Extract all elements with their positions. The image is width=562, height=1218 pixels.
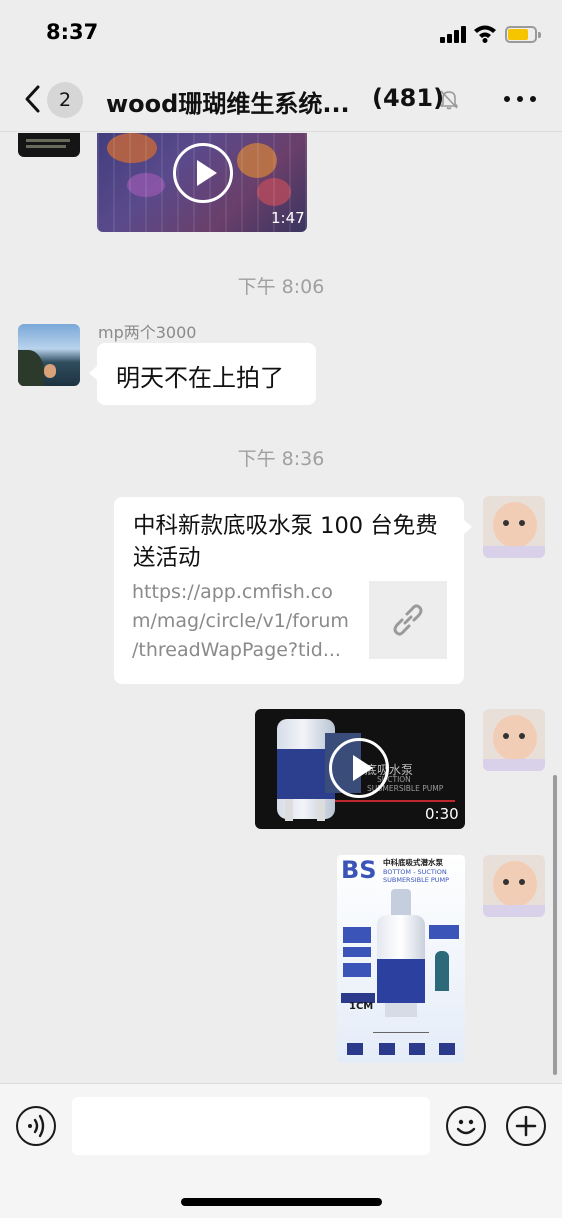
message-text-input[interactable] — [72, 1097, 430, 1155]
link-card-message[interactable]: 中科新款底吸水泵 100 台免费送活动 https://app.cmfish.c… — [114, 497, 472, 684]
image-brand-label: BS — [341, 856, 377, 884]
video-duration: 0:30 — [425, 805, 459, 823]
plus-icon — [515, 1115, 536, 1136]
my-avatar[interactable] — [483, 855, 545, 917]
link-card-title: 中科新款底吸水泵 100 台免费送活动 — [133, 513, 438, 571]
my-avatar[interactable] — [483, 496, 545, 558]
message-text: 明天不在上拍了 — [116, 364, 284, 392]
member-avatar[interactable] — [18, 133, 80, 157]
link-thumbnail — [369, 581, 447, 659]
image-depth-label: 1CM — [349, 1001, 374, 1012]
message-input-bar — [0, 1083, 562, 1218]
video-message-thumbnail[interactable]: 底吸水泵 SUCTION SUBMERSIBLE PUMP 0:30 — [255, 709, 465, 829]
more-actions-button[interactable] — [506, 1106, 546, 1146]
voice-icon — [27, 1114, 44, 1137]
video-duration: 1:47 — [271, 209, 305, 227]
play-icon[interactable] — [329, 738, 389, 798]
more-options-icon[interactable] — [504, 96, 536, 102]
back-arrow-icon[interactable] — [22, 84, 42, 114]
message-timestamp: 下午 8:06 — [237, 276, 325, 298]
unread-count-badge[interactable]: 2 — [47, 82, 83, 118]
image-subheading: SUBMERSIBLE PUMP — [383, 876, 450, 884]
sender-avatar[interactable] — [18, 324, 80, 386]
status-time: 8:37 — [46, 20, 99, 44]
voice-input-button[interactable] — [16, 1106, 56, 1146]
signal-icon — [440, 26, 468, 43]
emoji-icon — [456, 1119, 475, 1134]
link-card-url-line-3: /threadWapPage?tid... — [132, 639, 341, 661]
scrollbar[interactable] — [553, 775, 557, 1075]
wifi-icon — [474, 25, 496, 43]
image-heading: 中科底吸式潜水泵 — [383, 858, 443, 867]
status-bar: 8:37 — [0, 0, 562, 66]
play-icon[interactable] — [173, 143, 233, 203]
link-card-url-line-2: m/mag/circle/v1/forum — [132, 610, 349, 632]
link-card-url-line-1: https://app.cmfish.co — [132, 581, 333, 603]
text-message-bubble[interactable]: 明天不在上拍了 — [89, 343, 316, 405]
image-message[interactable]: BS 中科底吸式潜水泵 BOTTOM - SUCTION SUBMERSIBLE… — [337, 855, 465, 1063]
chat-message-list[interactable]: 1:47 下午 8:06 mp两个3000 明天不在上拍了 下午 8:36 中科… — [0, 133, 562, 1083]
link-icon — [393, 604, 423, 636]
chat-header: 2 wood珊瑚维生系统... (481) — [0, 66, 562, 132]
sender-name: mp两个3000 — [98, 323, 197, 342]
home-indicator — [181, 1198, 382, 1206]
message-timestamp: 下午 8:36 — [237, 448, 325, 470]
emoji-button[interactable] — [446, 1106, 486, 1146]
member-count: (481) — [372, 84, 445, 112]
my-avatar[interactable] — [483, 709, 545, 771]
image-subheading: BOTTOM - SUCTION — [383, 868, 447, 876]
mute-bell-icon — [440, 90, 458, 110]
chat-title[interactable]: wood珊瑚维生系统... — [106, 84, 350, 119]
video-message-thumbnail[interactable]: 1:47 — [97, 133, 307, 232]
battery-icon — [505, 26, 541, 43]
